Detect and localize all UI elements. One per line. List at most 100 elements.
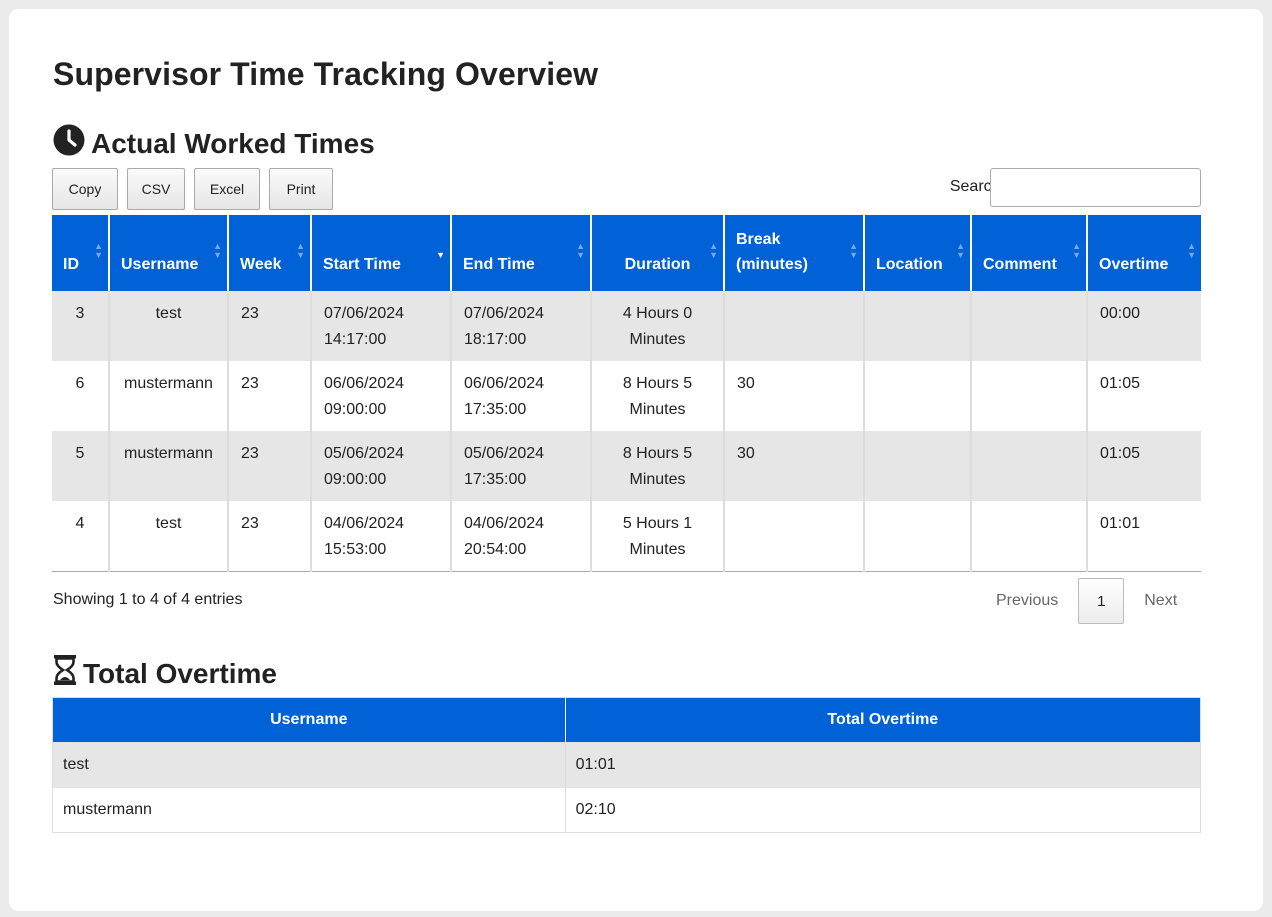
sort-icon: ▲ ▼ (213, 241, 222, 260)
cell-overtime: 01:01 (1087, 501, 1201, 572)
pagination-previous[interactable]: Previous (982, 592, 1072, 610)
worked-times-title-text: Actual Worked Times (91, 127, 375, 159)
cell-break (724, 501, 865, 572)
total-overtime-table: Username Total Overtime test 01:01 muste… (52, 697, 1201, 833)
cell-start-time: 05/06/2024 09:00:00 (311, 431, 452, 501)
cell-start-time: 06/06/2024 09:00:00 (311, 361, 452, 431)
hourglass-icon (53, 654, 77, 693)
cell-username: mustermann (109, 361, 229, 431)
column-label: Username (121, 256, 199, 273)
cell-overtime: 01:05 (1087, 431, 1201, 501)
column-header-id[interactable]: ID ▲ ▼ (52, 215, 110, 291)
cell-username: test (52, 742, 566, 788)
table-info: Showing 1 to 4 of 4 entries (53, 591, 243, 608)
sort-icon: ▲ ▼ (849, 241, 858, 260)
table-row[interactable]: 5 mustermann 23 05/06/2024 09:00:00 05/0… (52, 431, 1201, 501)
column-header-week[interactable]: Week ▲ ▼ (228, 215, 312, 291)
column-header-username: Username (52, 697, 566, 743)
column-label: ID (63, 256, 79, 273)
cell-username: mustermann (52, 787, 566, 833)
cell-id: 5 (52, 431, 110, 501)
column-header-username[interactable]: Username ▲ ▼ (109, 215, 229, 291)
worked-times-title: Actual Worked Times (53, 124, 375, 163)
column-header-end-time[interactable]: End Time ▲ ▼ (451, 215, 592, 291)
sort-icon: ▲ ▼ (956, 241, 965, 260)
cell-week: 23 (228, 361, 312, 431)
column-label: Duration (624, 256, 691, 273)
column-label: Comment (983, 256, 1057, 273)
column-header-total-overtime: Total Overtime (565, 697, 1201, 743)
cell-break: 30 (724, 361, 865, 431)
sort-icon: ▲ ▼ (1187, 241, 1196, 260)
table-row[interactable]: 6 mustermann 23 06/06/2024 09:00:00 06/0… (52, 361, 1201, 431)
cell-overtime: 00:00 (1087, 291, 1201, 361)
table-row: test 01:01 (52, 742, 1201, 788)
total-overtime-title: Total Overtime (53, 654, 277, 693)
column-header-duration[interactable]: Duration ▲ ▼ (591, 215, 725, 291)
clock-icon (53, 124, 85, 163)
search-input[interactable] (990, 168, 1201, 207)
sort-icon: ▲ ▼ (296, 241, 305, 260)
cell-username: test (109, 501, 229, 572)
cell-total-overtime: 01:01 (565, 742, 1201, 788)
cell-duration: 4 Hours 0 Minutes (591, 291, 725, 361)
excel-button[interactable]: Excel (194, 168, 260, 210)
column-header-break[interactable]: Break (minutes) ▲ ▼ (724, 215, 865, 291)
cell-comment (971, 431, 1088, 501)
sort-desc-icon: ▲▼ (436, 250, 445, 260)
cell-end-time: 07/06/2024 18:17:00 (451, 291, 592, 361)
pagination: Previous 1 Next (982, 578, 1191, 624)
table-header-row: Username Total Overtime (52, 697, 1201, 743)
cell-id: 3 (52, 291, 110, 361)
table-row[interactable]: 3 test 23 07/06/2024 14:17:00 07/06/2024… (52, 291, 1201, 361)
cell-end-time: 04/06/2024 20:54:00 (451, 501, 592, 572)
cell-total-overtime: 02:10 (565, 787, 1201, 833)
cell-duration: 5 Hours 1 Minutes (591, 501, 725, 572)
column-label: Overtime (1099, 256, 1169, 273)
column-label: Week (240, 256, 282, 273)
cell-overtime: 01:05 (1087, 361, 1201, 431)
cell-comment (971, 501, 1088, 572)
cell-username: mustermann (109, 431, 229, 501)
cell-week: 23 (228, 501, 312, 572)
total-overtime-title-text: Total Overtime (83, 657, 277, 689)
column-header-overtime[interactable]: Overtime ▲ ▼ (1087, 215, 1201, 291)
csv-button[interactable]: CSV (127, 168, 185, 210)
page-title: Supervisor Time Tracking Overview (53, 56, 599, 92)
cell-comment (971, 361, 1088, 431)
pagination-next[interactable]: Next (1130, 592, 1191, 610)
cell-start-time: 07/06/2024 14:17:00 (311, 291, 452, 361)
column-header-location[interactable]: Location ▲ ▼ (864, 215, 972, 291)
print-button[interactable]: Print (269, 168, 333, 210)
worked-times-table: ID ▲▼ Username ▲▼ Week ▲▼ Start Time ▲▼ End … (52, 215, 1201, 572)
cell-start-time: 04/06/2024 15:53:00 (311, 501, 452, 572)
cell-location (864, 291, 972, 361)
column-header-comment[interactable]: Comment ▲ ▼ (971, 215, 1088, 291)
column-label: Break (minutes) (736, 231, 808, 273)
copy-button[interactable]: Copy (52, 168, 118, 210)
column-label: End Time (463, 256, 535, 273)
cell-username: test (109, 291, 229, 361)
sort-icon: ▲ ▼ (576, 241, 585, 260)
table-header-row: ID ▲▼ Username ▲▼ Week ▲▼ Start Time ▲▼ End … (52, 215, 1201, 291)
cell-comment (971, 291, 1088, 361)
column-label: Start Time (323, 256, 401, 273)
sort-icon: ▲ ▼ (1072, 241, 1081, 260)
cell-location (864, 501, 972, 572)
cell-break: 30 (724, 431, 865, 501)
cell-break (724, 291, 865, 361)
sort-icon: ▲ ▼ (94, 241, 103, 260)
cell-week: 23 (228, 291, 312, 361)
cell-end-time: 05/06/2024 17:35:00 (451, 431, 592, 501)
cell-duration: 8 Hours 5 Minutes (591, 431, 725, 501)
cell-location (864, 431, 972, 501)
pagination-page-1[interactable]: 1 (1078, 578, 1125, 624)
cell-location (864, 361, 972, 431)
table-row: mustermann 02:10 (52, 787, 1201, 833)
table-row[interactable]: 4 test 23 04/06/2024 15:53:00 04/06/2024… (52, 501, 1201, 572)
cell-duration: 8 Hours 5 Minutes (591, 361, 725, 431)
cell-id: 4 (52, 501, 110, 572)
column-header-start-time[interactable]: Start Time ▲▼ (311, 215, 452, 291)
sort-icon: ▲ ▼ (709, 241, 718, 260)
cell-id: 6 (52, 361, 110, 431)
